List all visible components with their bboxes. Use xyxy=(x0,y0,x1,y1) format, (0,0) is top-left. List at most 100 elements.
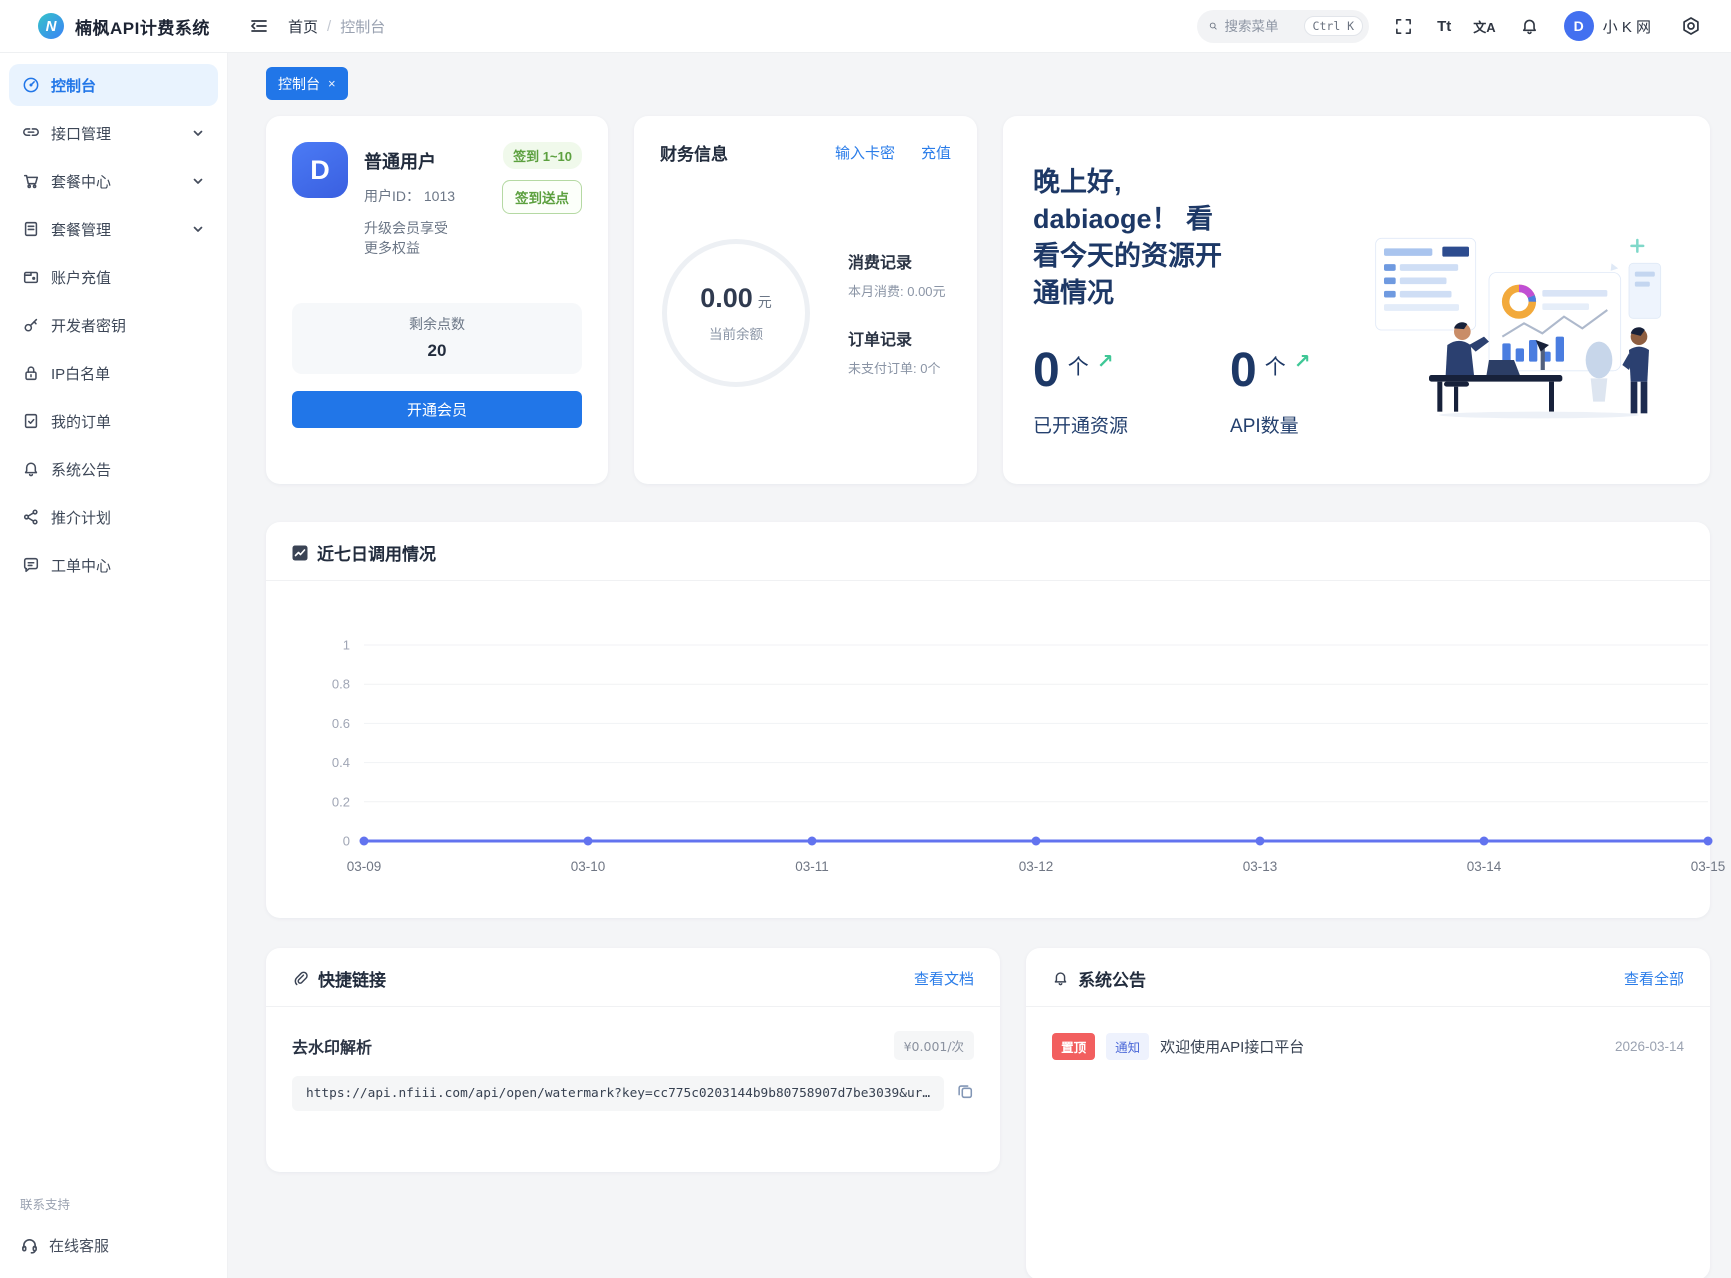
sidebar-item-label: 账户充值 xyxy=(51,269,112,287)
consume-record-detail: 本月消费: 0.00元 xyxy=(848,283,946,299)
svg-text:0.8: 0.8 xyxy=(332,677,350,692)
stat-opened-resources: 0 个 ↗ 已开通资源 xyxy=(1033,344,1129,438)
fullscreen-icon[interactable] xyxy=(1391,14,1415,38)
header-main: 首页 / 控制台 Ctrl K Tt xyxy=(228,9,1731,43)
app-root: N 楠枫API计费系统 首页 / 控制台 搜索菜单 Ctrl K Tt 文A D… xyxy=(0,0,1731,1278)
recharge-link[interactable]: 充值 xyxy=(921,142,951,163)
svg-text:0.2: 0.2 xyxy=(332,794,350,809)
checkin-button[interactable]: 签到送点 xyxy=(502,180,582,214)
user-id: 用户ID： 1013 xyxy=(364,186,486,206)
search-icon xyxy=(1209,22,1217,30)
upgrade-hint: 升级会员享受更多权益 xyxy=(364,220,448,256)
sidebar-item-dashboard[interactable]: 控制台 xyxy=(9,64,218,106)
quick-links-card: 快捷链接 查看文档 去水印解析 ¥0.001/次 https://api.nfi… xyxy=(266,948,1001,1172)
user-id-value: 1013 xyxy=(423,188,456,204)
bell-icon xyxy=(24,462,38,477)
api-url-field[interactable]: https://api.nfiii.com/api/open/watermark… xyxy=(292,1076,945,1111)
link-icon xyxy=(23,128,39,137)
notice-type-badge: 通知 xyxy=(1106,1033,1150,1060)
tab-bar: 控制台 × xyxy=(266,67,1710,100)
user-menu[interactable]: D 小 K 网 xyxy=(1563,11,1651,41)
breadcrumb: 首页 / 控制台 xyxy=(288,16,385,37)
sidebar-item-announcements[interactable]: 系统公告 xyxy=(9,448,218,490)
top-header: N 楠枫API计费系统 首页 / 控制台 搜索菜单 Ctrl K Tt 文A D… xyxy=(0,0,1731,53)
svg-text:03-14: 03-14 xyxy=(1467,859,1502,874)
share-icon xyxy=(23,509,38,525)
sidebar-item-package-center[interactable]: 套餐中心 xyxy=(9,160,218,202)
user-role: 普通用户 xyxy=(364,152,436,172)
sidebar-item-label: 推介计划 xyxy=(51,509,112,527)
tab-label: 控制台 xyxy=(278,75,320,92)
sidebar-item-label: 系统公告 xyxy=(51,461,112,479)
chart-icon xyxy=(292,545,308,560)
translate-icon[interactable]: 文A xyxy=(1473,17,1495,36)
text-size-icon[interactable]: Tt xyxy=(1437,18,1451,35)
sidebar-item-label: IP白名单 xyxy=(51,365,111,383)
document-list-icon xyxy=(24,221,38,237)
tab-dashboard[interactable]: 控制台 × xyxy=(266,67,348,100)
chevron-down-icon xyxy=(193,226,203,232)
view-docs-link[interactable]: 查看文档 xyxy=(914,968,974,989)
sidebar-item-label: 控制台 xyxy=(51,77,97,95)
headset-icon xyxy=(22,1239,37,1254)
sidebar-item-label: 开发者密钥 xyxy=(51,317,127,335)
user-avatar: D xyxy=(1563,11,1594,41)
view-all-link[interactable]: 查看全部 xyxy=(1624,968,1684,989)
notifications-bell-icon[interactable] xyxy=(1518,14,1542,38)
sidebar-item-referral-plan[interactable]: 推介计划 xyxy=(9,496,218,538)
sidebar-item-my-orders[interactable]: 我的订单 xyxy=(9,400,218,442)
sidebar: 控制台 接口管理 套餐中心 套餐管理 账户充值 开发者密钥 IP白名单 我的订单… xyxy=(0,53,228,1278)
document-check-icon xyxy=(24,413,38,429)
support-section-label: 联系支持 xyxy=(20,1198,71,1212)
calls-chart-card: 近七日调用情况 0 0.2 0.4 0.6 0.8 1 03-09 03-10 03-11 03-… xyxy=(266,522,1725,918)
announcement-row[interactable]: 置顶 通知 欢迎使用API接口平台 2026-03-14 xyxy=(1052,1033,1684,1060)
dashboard-icon xyxy=(23,77,39,93)
consume-record-title[interactable]: 消费记录 xyxy=(848,249,946,273)
balance-value: 0.00 xyxy=(700,282,753,313)
wallet-icon xyxy=(23,271,39,284)
svg-text:0.6: 0.6 xyxy=(332,716,350,731)
sidebar-item-ip-whitelist[interactable]: IP白名单 xyxy=(9,352,218,394)
settings-gear-icon[interactable] xyxy=(1679,14,1703,38)
announcement-text[interactable]: 欢迎使用API接口平台 xyxy=(1160,1036,1304,1057)
user-name: 小 K 网 xyxy=(1602,18,1651,36)
profile-avatar: D xyxy=(292,142,348,198)
sidebar-collapse-icon[interactable] xyxy=(246,13,272,39)
order-record-title[interactable]: 订单记录 xyxy=(848,326,946,350)
balance-label: 当前余额 xyxy=(709,326,763,342)
finance-card-title: 财务信息 xyxy=(660,145,728,164)
api-link-name: 去水印解析 xyxy=(292,1039,373,1057)
balance-unit: 元 xyxy=(757,293,772,310)
svg-text:03-11: 03-11 xyxy=(795,859,829,874)
paperclip-icon xyxy=(294,971,308,986)
sidebar-item-label: 接口管理 xyxy=(51,125,112,143)
sidebar-item-account-recharge[interactable]: 账户充值 xyxy=(9,256,218,298)
sidebar-footer: 联系支持 在线客服 xyxy=(0,1194,227,1278)
app-logo-icon: N xyxy=(38,13,64,39)
analytics-illustration xyxy=(1375,237,1662,419)
announcement-date: 2026-03-14 xyxy=(1614,1039,1684,1054)
pinned-badge: 置顶 xyxy=(1052,1033,1096,1060)
open-membership-button[interactable]: 开通会员 xyxy=(292,391,582,428)
points-value: 20 xyxy=(427,341,447,360)
enter-card-code-link[interactable]: 输入卡密 xyxy=(835,142,895,163)
breadcrumb-current: 控制台 xyxy=(340,18,386,36)
online-support-button[interactable]: 在线客服 xyxy=(20,1229,207,1262)
svg-text:0.4: 0.4 xyxy=(332,755,350,770)
tab-close-icon[interactable]: × xyxy=(328,76,336,91)
sidebar-item-label: 套餐管理 xyxy=(51,221,112,239)
sidebar-item-ticket-center[interactable]: 工单中心 xyxy=(9,544,218,586)
copy-icon[interactable] xyxy=(956,1082,974,1105)
sidebar-item-api-management[interactable]: 接口管理 xyxy=(9,112,218,154)
svg-text:03-12: 03-12 xyxy=(1019,859,1054,874)
app-title: 楠枫API计费系统 xyxy=(75,18,210,38)
online-support-label: 在线客服 xyxy=(49,1238,110,1255)
sidebar-item-package-management[interactable]: 套餐管理 xyxy=(9,208,218,250)
search-box[interactable]: Ctrl K xyxy=(1197,9,1370,43)
sidebar-item-developer-keys[interactable]: 开发者密钥 xyxy=(9,304,218,346)
svg-text:03-13: 03-13 xyxy=(1243,859,1278,874)
search-input[interactable] xyxy=(1224,18,1297,34)
chevron-down-icon xyxy=(193,130,203,136)
breadcrumb-home[interactable]: 首页 xyxy=(288,16,318,37)
finance-card: 财务信息 输入卡密 充值 0.00 元 当前余额 消费记录 本月消费: 0.00… xyxy=(634,116,977,484)
